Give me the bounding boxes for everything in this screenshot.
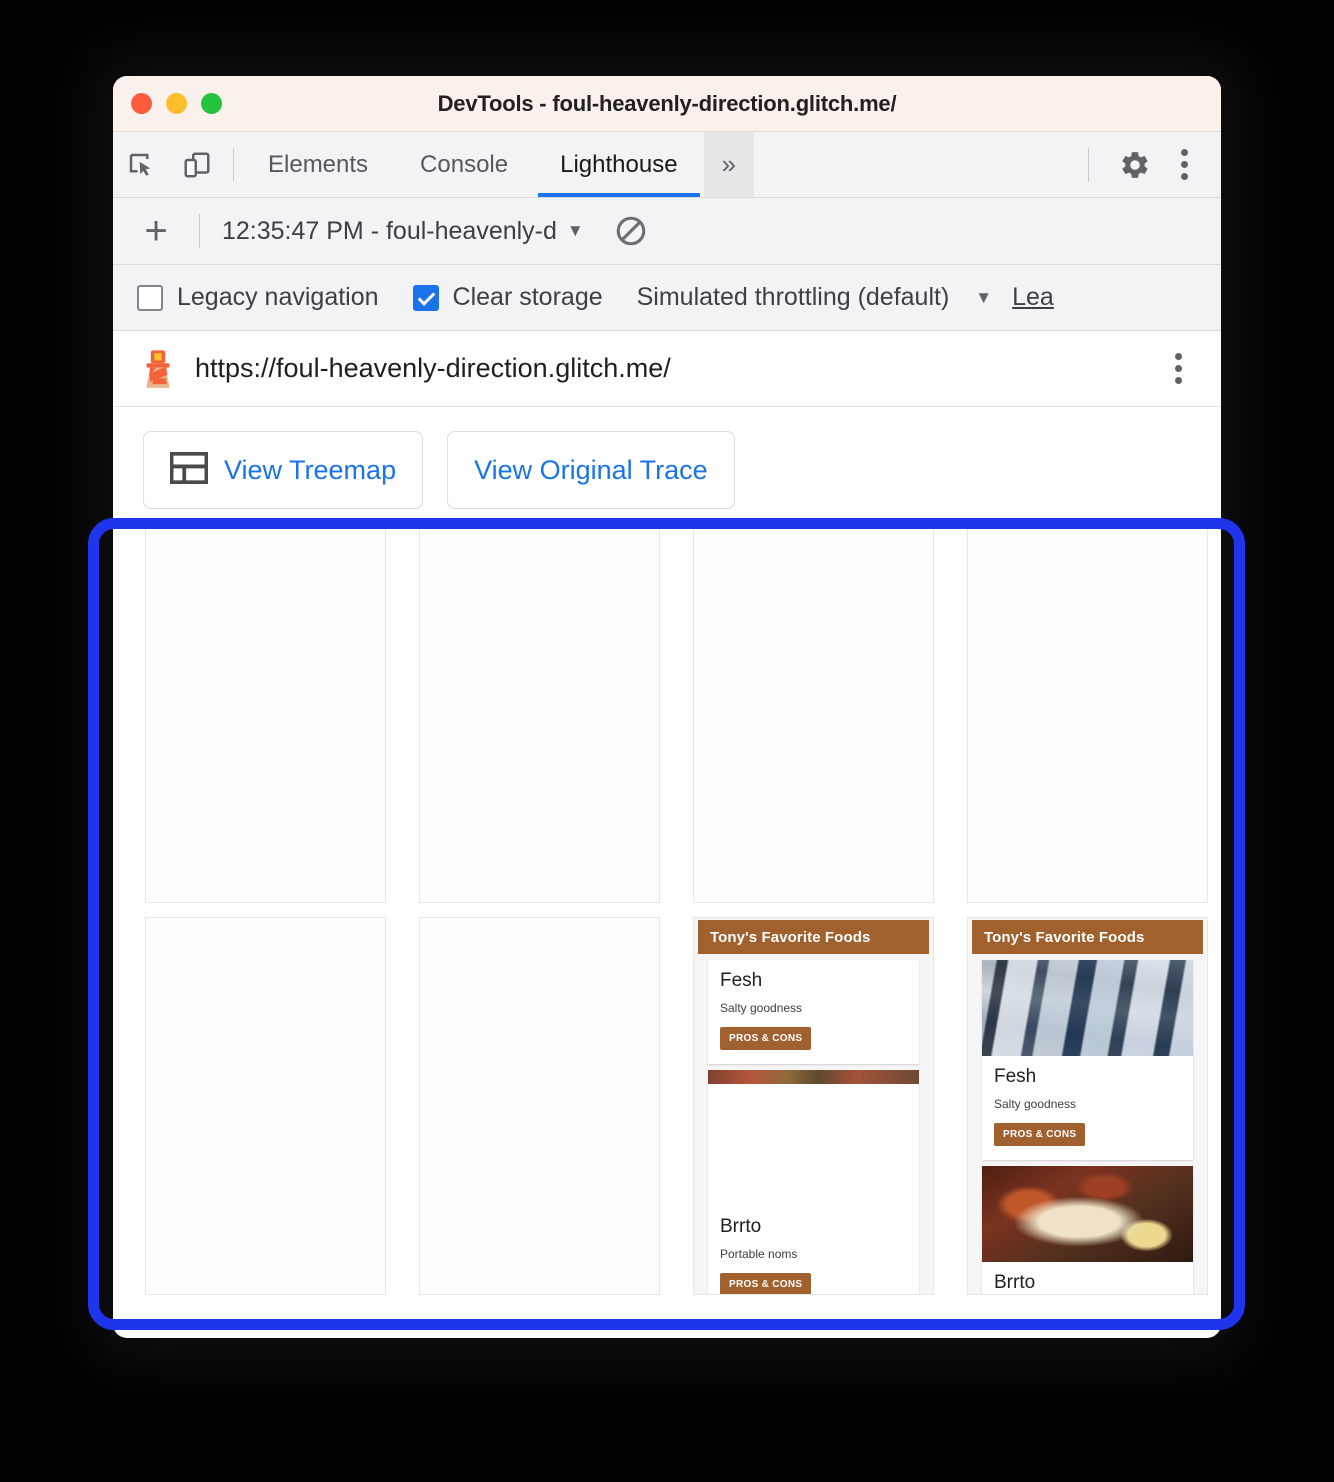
report-select[interactable]: 12:35:47 PM - foul-heavenly-d ▼ [222,217,584,246]
report-kebab-menu-icon[interactable] [1157,353,1199,384]
tab-lighthouse[interactable]: Lighthouse [534,132,703,197]
filmstrip-thumbnail-7[interactable]: Tony's Favorite Foods Fesh Salty goodnes… [693,917,934,1295]
fish-photo [982,960,1193,1056]
truncated-link[interactable]: Lea [1012,283,1054,312]
filmstrip-thumbnail-6[interactable] [419,917,660,1295]
lighthouse-icon [135,346,181,392]
mock-card-title: Fesh [720,970,763,991]
mock-card-button[interactable]: PROS & CONS [720,1027,812,1050]
report-url: https://foul-heavenly-direction.glitch.m… [195,353,671,383]
inspect-element-icon[interactable] [113,132,169,197]
clear-storage-label: Clear storage [452,283,603,311]
mock-card-brrto: Brrto Portable noms PROS & CONS [708,1070,919,1294]
kebab-menu-icon[interactable] [1163,149,1205,180]
treemap-icon [169,451,209,489]
mock-page-header: Tony's Favorite Foods [698,920,929,954]
devtools-window: DevTools - foul-heavenly-direction.glitc… [113,76,1221,1338]
report-select-label: 12:35:47 PM - foul-heavenly-d [222,216,557,245]
mock-card-body: Brrto Portable noms PROS & CONS [708,1206,919,1294]
tabbar-right-actions [1088,132,1221,197]
lighthouse-run-toolbar: + 12:35:47 PM - foul-heavenly-d ▼ [113,198,1221,265]
mock-card-title: Brrto [720,1216,762,1237]
mock-card-title: Brrto [994,1272,1036,1293]
report-action-buttons: View Treemap View Original Trace [113,407,1221,509]
device-toolbar-icon[interactable] [169,132,225,197]
tab-console[interactable]: Console [394,132,534,197]
filmstrip-grid: Tony's Favorite Foods Fesh Salty goodnes… [113,509,1221,1295]
tab-elements[interactable]: Elements [242,132,394,197]
window-title: DevTools - foul-heavenly-direction.glitc… [437,90,897,116]
tabbar-spacer [754,132,1088,197]
mock-card-title: Fesh [994,1066,1037,1087]
devtools-tabbar: Elements Console Lighthouse » [113,132,1221,198]
screenshot-root: DevTools - foul-heavenly-direction.glitc… [0,0,1334,1482]
mock-card-subtitle: Salty goodness [994,1097,1077,1111]
new-report-button[interactable]: + [135,211,177,251]
close-window-button[interactable] [131,93,152,114]
clear-storage-checkbox[interactable] [412,284,439,311]
mock-page-header: Tony's Favorite Foods [972,920,1203,954]
maximize-window-button[interactable] [201,93,222,114]
mock-card-brrto: Brrto Portable noms [982,1166,1193,1294]
mock-card-image-placeholder [708,1084,919,1206]
legacy-navigation-checkbox[interactable] [137,284,163,311]
filmstrip-thumbnail-8[interactable]: Tony's Favorite Foods Fesh Salty goodnes… [967,917,1208,1295]
view-treemap-label: View Treemap [224,454,397,485]
chevron-down-icon: ▼ [566,221,584,240]
toolbar-divider [233,148,234,181]
filmstrip-thumbnail-2[interactable] [419,525,660,903]
right-divider [1088,147,1089,182]
page-mock-text-only: Tony's Favorite Foods Fesh Salty goodnes… [694,918,933,1294]
panel-tabs: Elements Console Lighthouse » [242,132,755,197]
view-treemap-button[interactable]: View Treemap [143,431,424,509]
filmstrip-thumbnail-3[interactable] [693,525,934,903]
gear-icon[interactable] [1107,149,1163,181]
clear-all-icon[interactable] [614,214,648,248]
legacy-navigation-option[interactable]: Legacy navigation [137,283,379,312]
view-original-trace-button[interactable]: View Original Trace [447,431,735,509]
mock-card-button[interactable]: PROS & CONS [720,1273,812,1294]
mock-card-button[interactable]: PROS & CONS [994,1123,1086,1146]
mock-card-body: Fesh Salty goodness PROS & CONS [982,1056,1193,1160]
throttling-label: Simulated throttling (default) [636,283,950,311]
mock-card-fesh: Fesh Salty goodness PROS & CONS [708,960,919,1064]
mock-card-body: Brrto Portable noms [982,1262,1193,1294]
more-tabs-button[interactable]: » [703,132,755,197]
page-mock-images-loaded: Tony's Favorite Foods Fesh Salty goodnes… [968,918,1207,1294]
throttling-select[interactable]: Simulated throttling (default) ▼ [637,283,993,312]
runbar-divider [199,214,200,248]
traffic-lights [131,93,222,114]
clear-storage-option[interactable]: Clear storage [412,283,603,312]
chevron-down-icon: ▼ [975,287,993,307]
filmstrip-thumbnail-5[interactable] [145,917,386,1295]
mock-card-fesh: Fesh Salty goodness PROS & CONS [982,960,1193,1160]
report-url-row: https://foul-heavenly-direction.glitch.m… [113,331,1221,407]
window-titlebar: DevTools - foul-heavenly-direction.glitc… [113,76,1221,132]
minimize-window-button[interactable] [166,93,187,114]
legacy-navigation-label: Legacy navigation [177,283,379,311]
burrito-photo [982,1166,1193,1262]
filmstrip-thumbnail-1[interactable] [145,525,386,903]
mock-card-image-partial [708,1070,919,1084]
mock-card-subtitle: Salty goodness [720,1001,803,1015]
mock-card-body: Fesh Salty goodness PROS & CONS [708,960,919,1064]
mock-card-subtitle: Portable noms [720,1247,798,1261]
view-original-trace-label: View Original Trace [474,454,708,485]
lighthouse-options-bar: Legacy navigation Clear storage Simulate… [113,265,1221,331]
filmstrip-thumbnail-4[interactable] [967,525,1208,903]
